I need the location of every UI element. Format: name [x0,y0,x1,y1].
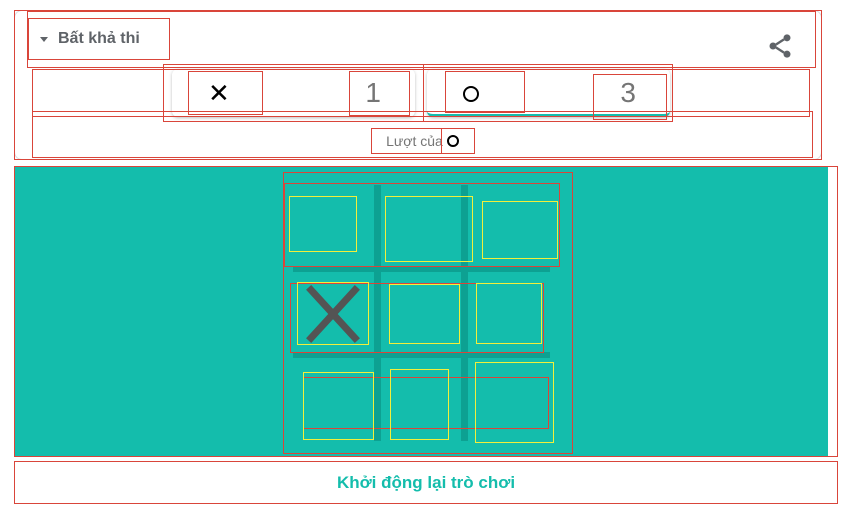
board-cell-8[interactable] [390,369,449,440]
difficulty-dropdown[interactable]: Bất khả thi [28,18,170,60]
score-o: 3 [620,77,636,108]
x-mark-icon [306,285,360,343]
board-cell-6[interactable] [476,283,542,344]
tic-tac-toe-board [283,172,573,454]
board-cell-1[interactable] [289,196,357,252]
restart-button[interactable]: Khởi động lại trò chơi [14,461,838,504]
board-cell-4[interactable] [297,282,369,345]
x-symbol: ✕ [208,78,230,108]
board-cell-3[interactable] [482,201,558,259]
o-symbol [463,77,479,109]
grid-line-h2 [293,352,550,358]
share-icon [769,34,791,58]
restart-label: Khởi động lại trò chơi [336,473,516,492]
share-button[interactable] [766,32,794,60]
caret-down-icon [40,36,48,42]
score-card-o[interactable]: 3 [427,69,670,117]
board-cell-5[interactable] [389,284,460,344]
score-board: ✕ 3 1 3 [172,69,670,119]
score-x: 1 [365,77,381,108]
grid-line-h1 [293,266,550,272]
o-icon [463,86,479,102]
grid-line-v1 [374,185,381,441]
board-cell-9[interactable] [475,362,554,443]
turn-o-icon [446,135,459,147]
score-card-x[interactable]: ✕ 3 1 [172,69,415,117]
turn-indicator: Lượt của [32,126,813,156]
difficulty-label: Bất khả thi [58,30,140,47]
board-cell-2[interactable] [385,196,473,262]
board-cell-7[interactable] [303,372,374,440]
turn-label: Lượt của [386,133,443,149]
